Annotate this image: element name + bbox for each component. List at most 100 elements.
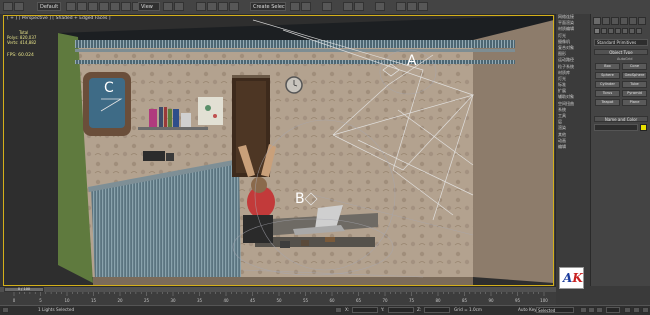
primitive-geosphere-button[interactable]: GeoSphere bbox=[622, 72, 647, 79]
viewport-label[interactable]: [ + ] [ Perspective ] [ Shaded + Edged F… bbox=[7, 16, 111, 21]
create-categories bbox=[594, 28, 648, 36]
primitive-teapot-button[interactable]: Teapot bbox=[595, 99, 620, 106]
utilities-tab[interactable] bbox=[638, 17, 646, 25]
material-editor-button[interactable] bbox=[375, 2, 385, 11]
callout-a: A bbox=[407, 53, 417, 69]
perspective-viewport[interactable]: [ + ] [ Perspective ] [ Shaded + Edged F… bbox=[3, 15, 554, 286]
z-coordinate-field[interactable] bbox=[424, 307, 450, 313]
frame-tick-label: 30 bbox=[170, 298, 176, 303]
snap-toggle-button[interactable] bbox=[196, 2, 206, 11]
select-manipulate-button[interactable] bbox=[174, 2, 184, 11]
callout-c: C bbox=[104, 80, 114, 96]
geometry-icon[interactable] bbox=[594, 28, 600, 34]
command-panel: Standard Primitives Object Type AutoGrid… bbox=[590, 14, 650, 286]
frame-tick-label: 45 bbox=[250, 298, 256, 303]
primitive-cylinder-button[interactable]: Cylinder bbox=[595, 81, 620, 88]
primitive-box-button[interactable]: Box bbox=[595, 63, 620, 70]
toolbar-label-item[interactable]: 编辑 bbox=[556, 144, 591, 150]
align-button[interactable] bbox=[301, 2, 311, 11]
maximize-viewport-button[interactable] bbox=[642, 307, 649, 313]
maxscript-listener-button[interactable] bbox=[2, 307, 9, 313]
play-button[interactable] bbox=[588, 307, 595, 313]
named-selection-combo[interactable]: Create Selection Se bbox=[250, 2, 286, 11]
modify-tab[interactable] bbox=[602, 17, 610, 25]
primitive-sphere-button[interactable]: Sphere bbox=[595, 72, 620, 79]
viewport-statistics: Total Polys: 820,037 Verts: 414,882 bbox=[7, 30, 36, 45]
callout-b: B bbox=[295, 191, 305, 207]
key-mode-combo[interactable]: Selected bbox=[536, 307, 574, 313]
undo-button[interactable] bbox=[3, 2, 13, 11]
window-crossing-button[interactable] bbox=[99, 2, 109, 11]
primitive-torus-button[interactable]: Torus bbox=[595, 90, 620, 97]
create-tab[interactable] bbox=[593, 17, 601, 25]
systems-icon[interactable] bbox=[636, 28, 642, 34]
primitive-pyramid-button[interactable]: Pyramid bbox=[622, 90, 647, 97]
frame-tick-label: 50 bbox=[276, 298, 282, 303]
mirror-button[interactable] bbox=[290, 2, 300, 11]
redo-button[interactable] bbox=[14, 2, 24, 11]
select-by-name-button[interactable] bbox=[77, 2, 87, 11]
motion-tab[interactable] bbox=[620, 17, 628, 25]
frame-tick-label: 25 bbox=[144, 298, 150, 303]
rendered-frame-button[interactable] bbox=[407, 2, 417, 11]
frame-tick-label: 70 bbox=[382, 298, 388, 303]
track-bar[interactable]: 0 5 10 15 20 25 30 35 40 45 50 55 60 65 70 75 80 85 90 95 10… bbox=[0, 292, 556, 305]
shapes-icon[interactable] bbox=[601, 28, 607, 34]
main-toolbar: Default View Create Selection Se bbox=[0, 0, 650, 15]
helpers-icon[interactable] bbox=[622, 28, 628, 34]
z-label: Z: bbox=[417, 307, 422, 312]
fps-readout: FPS: 60.024 bbox=[7, 53, 34, 58]
schematic-view-button[interactable] bbox=[354, 2, 364, 11]
spinner-snap-button[interactable] bbox=[229, 2, 239, 11]
render-button[interactable] bbox=[418, 2, 428, 11]
current-frame-field[interactable] bbox=[606, 307, 620, 313]
primitive-cone-button[interactable]: Cone bbox=[622, 63, 647, 70]
percent-snap-button[interactable] bbox=[218, 2, 228, 11]
name-color-rollout[interactable]: Name and Color bbox=[594, 116, 648, 122]
autogrid-checkbox[interactable]: AutoGrid bbox=[617, 57, 632, 61]
object-name-field[interactable] bbox=[594, 124, 638, 131]
prev-frame-button[interactable] bbox=[580, 307, 587, 313]
x-coordinate-field[interactable] bbox=[352, 307, 378, 313]
primitive-category-dropdown[interactable]: Standard Primitives bbox=[594, 39, 648, 46]
hierarchy-tab[interactable] bbox=[611, 17, 619, 25]
frame-tick-label: 65 bbox=[356, 298, 362, 303]
frame-tick-label: 5 bbox=[39, 298, 42, 303]
move-button[interactable] bbox=[110, 2, 120, 11]
stats-verts: Verts: 414,882 bbox=[7, 40, 37, 45]
x-label: X: bbox=[345, 307, 350, 312]
y-coordinate-field[interactable] bbox=[388, 307, 414, 313]
frame-tick-label: 85 bbox=[462, 298, 468, 303]
reference-coord-combo[interactable]: View bbox=[138, 2, 160, 11]
object-type-rollout[interactable]: Object Type bbox=[594, 49, 648, 55]
render-setup-button[interactable] bbox=[396, 2, 406, 11]
rect-selection-button[interactable] bbox=[88, 2, 98, 11]
grid-readout: Grid = 1.0cm bbox=[454, 307, 482, 312]
display-tab[interactable] bbox=[629, 17, 637, 25]
next-frame-button[interactable] bbox=[596, 307, 603, 313]
layer-manager-button[interactable] bbox=[322, 2, 332, 11]
space-warps-icon[interactable] bbox=[629, 28, 635, 34]
frame-tick-label: 75 bbox=[409, 298, 415, 303]
primitive-tube-button[interactable]: Tube bbox=[622, 81, 647, 88]
frame-tick-label: 55 bbox=[303, 298, 309, 303]
zoom-button[interactable] bbox=[624, 307, 631, 313]
orbit-button[interactable] bbox=[633, 307, 640, 313]
lights-icon[interactable] bbox=[608, 28, 614, 34]
frame-tick-label: 95 bbox=[515, 298, 521, 303]
object-color-swatch[interactable] bbox=[640, 124, 647, 131]
rotate-button[interactable] bbox=[121, 2, 131, 11]
select-object-button[interactable] bbox=[66, 2, 76, 11]
selection-status: 1 Lights Selected bbox=[38, 307, 75, 312]
frame-tick-label: 80 bbox=[435, 298, 441, 303]
primitive-plane-button[interactable]: Plane bbox=[622, 99, 647, 106]
workspace-combo[interactable]: Default bbox=[37, 2, 61, 11]
pivot-button[interactable] bbox=[163, 2, 173, 11]
frame-tick-label: 100 bbox=[540, 298, 548, 303]
lock-selection-button[interactable] bbox=[335, 307, 342, 313]
custom-toolbar-labels: 网络连接 平面渲染 材质编辑 灯光 摄像机 复合对象 图形 运动路径 粒子系统 材质库 灯光 标准 扩展… bbox=[555, 14, 591, 286]
angle-snap-button[interactable] bbox=[207, 2, 217, 11]
cameras-icon[interactable] bbox=[615, 28, 621, 34]
autokey-label[interactable]: Auto Key bbox=[518, 307, 537, 312]
curve-editor-button[interactable] bbox=[343, 2, 353, 11]
